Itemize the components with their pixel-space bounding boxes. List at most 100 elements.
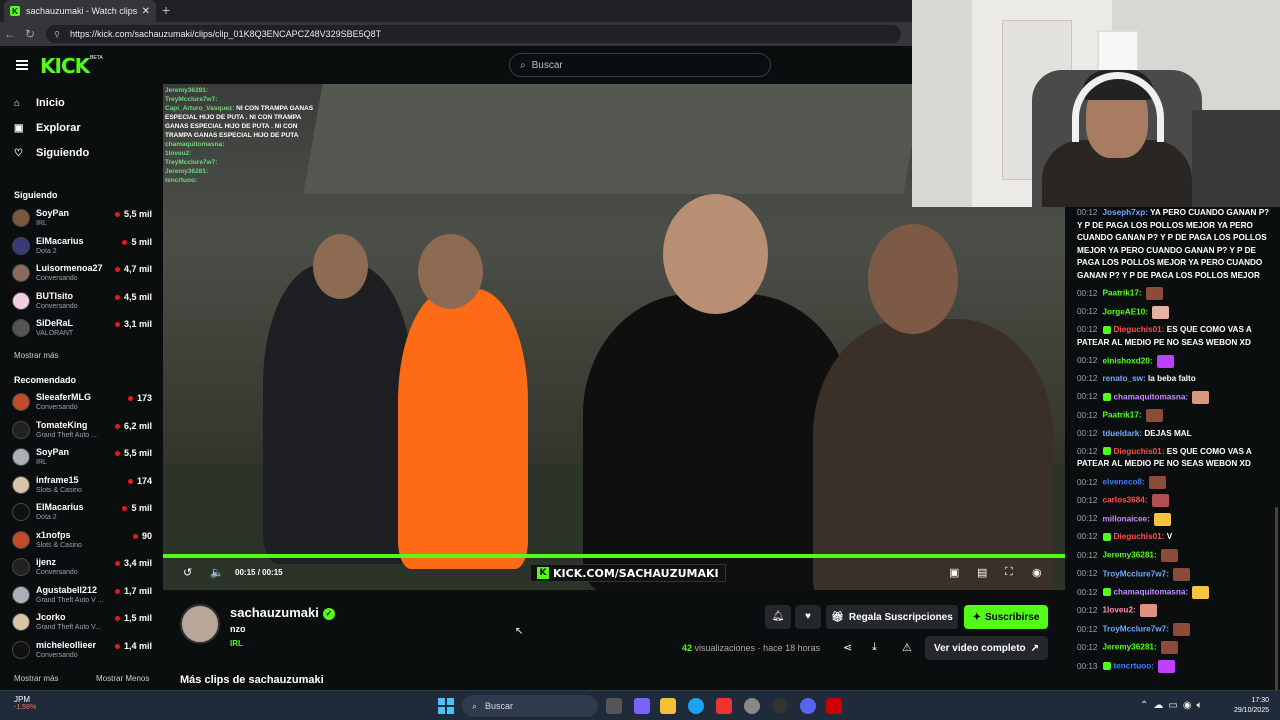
show-more-following[interactable]: Mostrar más xyxy=(14,351,58,360)
notification-bell-button[interactable]: 🔔︎ xyxy=(765,605,791,629)
channel-avatar xyxy=(12,448,30,466)
chat-username[interactable]: TroyMcclure7w7: xyxy=(1103,625,1169,634)
new-tab-icon[interactable]: + xyxy=(162,2,170,18)
chat-username[interactable]: chamaquitomasna: xyxy=(1114,392,1189,401)
menu-icon[interactable] xyxy=(16,60,28,70)
theater-mode-icon[interactable]: ▤ xyxy=(977,566,987,579)
recommended-list-item[interactable]: micheleollieer Conversando 1,4 mil xyxy=(12,638,154,664)
reload-icon[interactable]: ↻ xyxy=(20,27,40,41)
chat-username[interactable]: tencrtuoo: xyxy=(1114,662,1154,671)
nav-home[interactable]: ⌂ Inicio xyxy=(14,97,65,109)
chat-username[interactable]: elveneco8: xyxy=(1103,478,1145,487)
kick-logo[interactable]: KICK xyxy=(40,54,90,78)
taskbar-search[interactable]: ⌕ Buscar xyxy=(462,695,598,717)
chat-username[interactable]: Jeremy36281: xyxy=(1103,643,1157,652)
capcut-icon[interactable] xyxy=(826,698,842,714)
recommended-list-item[interactable]: Jcorko Grand Theft Auto V... 1,5 mil xyxy=(12,610,154,636)
chat-username[interactable]: renato_sw: xyxy=(1103,374,1146,383)
video-progress-bar[interactable] xyxy=(163,554,1065,558)
show-less-recommended[interactable]: Mostrar Menos xyxy=(96,674,149,683)
fullscreen-icon[interactable]: ⛶ xyxy=(1005,566,1013,579)
share-icon[interactable]: ⋖ xyxy=(843,641,852,654)
chat-username[interactable]: Paatrik17: xyxy=(1103,411,1142,420)
file-explorer-icon[interactable] xyxy=(660,698,676,714)
following-list-item[interactable]: ElMacarius Dota 2 5 mil xyxy=(12,234,154,260)
channel-name[interactable]: sachauzumaki xyxy=(230,605,319,620)
stock-widget[interactable]: JPM -1.58% xyxy=(14,695,36,711)
playback-speed-icon[interactable]: ◉ xyxy=(1032,566,1042,579)
following-list-item[interactable]: SiDeRaL VALORANT 3,1 mil xyxy=(12,316,154,342)
chat-username[interactable]: 1loveu2: xyxy=(1103,606,1136,615)
chat-username[interactable]: tdueldark: xyxy=(1103,429,1143,438)
recommended-list-item[interactable]: SoyPan IRL 5,5 mil xyxy=(12,445,154,471)
browser-tab[interactable]: K sachauzumaki - Watch clips on Kick ✕ xyxy=(4,0,156,22)
recommended-list-item[interactable]: x1nofps Slots & Casino 90 xyxy=(12,528,154,554)
recommended-list-item[interactable]: SleeaferMLG Conversando 173 xyxy=(12,390,154,416)
replay-icon[interactable]: ↺ xyxy=(183,566,192,579)
kick-watermark-icon: K xyxy=(537,567,549,579)
chat-timestamp: 00:12 xyxy=(1077,477,1098,487)
search-input[interactable]: ⌕ Buscar xyxy=(509,53,771,77)
back-icon[interactable]: ← xyxy=(0,27,20,41)
chat-emote-icon xyxy=(1173,622,1191,636)
chat-username[interactable]: carlos3684: xyxy=(1103,496,1148,505)
chat-username[interactable]: Dieguchis01: xyxy=(1114,532,1165,541)
nav-explore[interactable]: ▣ Explorar xyxy=(14,122,81,134)
chat-username[interactable]: Paatrik17: xyxy=(1103,289,1142,298)
recommended-list-item[interactable]: TomateKing Grand Theft Auto ... 6,2 mil xyxy=(12,418,154,444)
clip-category[interactable]: IRL xyxy=(230,639,243,648)
discord-icon[interactable] xyxy=(800,698,816,714)
nav-following[interactable]: ♡ Siguiendo xyxy=(14,147,89,159)
viewer-count: 3,1 mil xyxy=(115,319,152,329)
copilot-icon[interactable] xyxy=(634,698,650,714)
site-info-icon[interactable]: ⚲ xyxy=(54,30,64,39)
chat-username[interactable]: millonaicee: xyxy=(1103,514,1150,523)
close-tab-icon[interactable]: ✕ xyxy=(142,6,150,17)
follow-heart-button[interactable]: ♥ xyxy=(795,605,821,629)
recommended-list-item[interactable]: ijenz Conversando 3,4 mil xyxy=(12,555,154,581)
channel-category: Grand Theft Auto V ... xyxy=(36,596,104,604)
recommended-list-item[interactable]: ElMacarius Dota 2 5 mil xyxy=(12,500,154,526)
chat-username[interactable]: Dieguchis01: xyxy=(1114,447,1165,456)
chat-username[interactable]: Joseph7xp: xyxy=(1103,208,1149,217)
chat-timestamp: 00:12 xyxy=(1077,374,1098,383)
system-tray[interactable]: ⌃☁▭◉🔈︎ xyxy=(1140,700,1208,711)
channel-category: IRL xyxy=(36,220,47,227)
app2-icon[interactable] xyxy=(744,698,760,714)
clock[interactable]: 17:30 29/10/2025 xyxy=(1229,696,1269,716)
chat-username[interactable]: TroyMcclure7w7: xyxy=(1103,569,1169,578)
recommended-list-item[interactable]: inframe15 Slots & Casino 174 xyxy=(12,473,154,499)
task-view-icon[interactable] xyxy=(606,698,622,714)
gift-subs-button[interactable]: 🎁︎ Regala Suscripciones xyxy=(826,605,958,629)
chat-username[interactable]: elnishoxd20: xyxy=(1103,356,1153,365)
chat-username[interactable]: Dieguchis01: xyxy=(1114,325,1165,334)
subscribe-button[interactable]: ✦ Suscribirse xyxy=(964,605,1048,629)
report-icon[interactable]: ⚠ xyxy=(902,641,912,654)
following-list-item[interactable]: SoyPan IRL 5,5 mil xyxy=(12,206,154,232)
chat-scrollbar[interactable] xyxy=(1275,507,1278,707)
chat-message: 00:12 Paatrik17: xyxy=(1077,409,1270,423)
full-video-button[interactable]: Ver video completo ↗ xyxy=(925,636,1048,660)
chat-username[interactable]: Jeremy36281: xyxy=(1103,551,1157,560)
app3-icon[interactable] xyxy=(772,698,788,714)
chat-username[interactable]: chamaquitomasna: xyxy=(1114,588,1189,597)
channel-name: TomateKing xyxy=(36,419,88,430)
volume-icon[interactable]: 🔈 xyxy=(210,566,224,579)
recommended-list-item[interactable]: Agustabell212 Grand Theft Auto V ... 1,7 m… xyxy=(12,583,154,609)
app-icon[interactable] xyxy=(716,698,732,714)
viewer-count: 174 xyxy=(128,476,152,486)
address-bar[interactable]: ⚲ https://kick.com/sachauzumaki/clips/cl… xyxy=(46,25,901,43)
edge-icon[interactable] xyxy=(688,698,704,714)
show-more-recommended[interactable]: Mostrar más xyxy=(14,674,58,683)
viewer-count: 5 mil xyxy=(122,237,152,247)
chat-timestamp: 00:12 xyxy=(1077,208,1098,217)
pip-icon[interactable]: ▣ xyxy=(949,566,959,579)
following-list-item[interactable]: BUTIsito Conversando 4,5 mil xyxy=(12,289,154,315)
nav-following-label: Siguiendo xyxy=(36,147,90,159)
following-list-item[interactable]: Luisormenoa27 Conversando 4,7 mil xyxy=(12,261,154,287)
chat-username[interactable]: JorgeAE10: xyxy=(1103,307,1149,316)
channel-avatar[interactable] xyxy=(180,604,220,644)
channel-avatar xyxy=(12,291,30,310)
windows-start-icon[interactable] xyxy=(438,698,454,714)
download-icon[interactable]: ⤓ xyxy=(872,641,877,654)
